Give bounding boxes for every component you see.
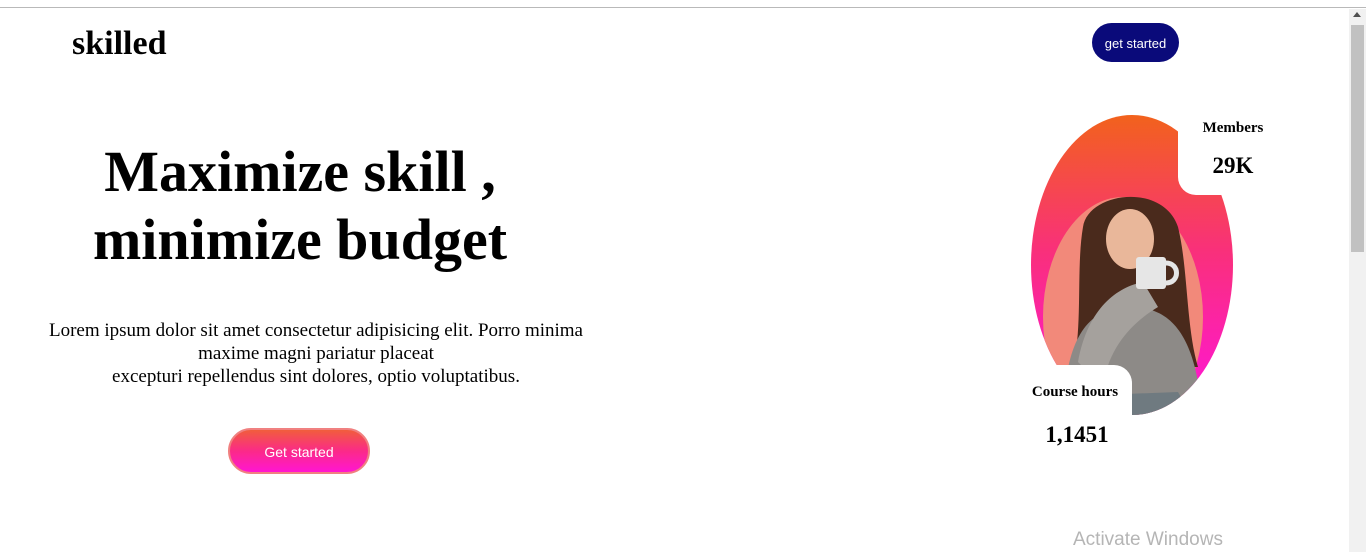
scroll-up-arrow-icon[interactable] <box>1353 12 1361 17</box>
members-label: Members <box>1202 120 1264 136</box>
hero-title: Maximize skill , minimize budget <box>92 139 508 272</box>
hero-description-line-2: excepturi repellendus sint dolores, opti… <box>112 366 520 387</box>
activate-windows-watermark: Activate Windows <box>1073 529 1223 550</box>
hero-get-started-button[interactable]: Get started <box>228 428 370 474</box>
course-hours-stat-card: Course hours <box>1018 365 1132 420</box>
members-stat-card: Members 29K <box>1178 105 1288 195</box>
hero-description-line-1: Lorem ipsum dolor sit amet consectetur a… <box>48 320 583 364</box>
course-hours-value: 1,1451 <box>1045 422 1109 447</box>
hero-description: Lorem ipsum dolor sit amet consectetur a… <box>20 319 612 388</box>
members-value: 29K <box>1212 153 1254 178</box>
site-logo[interactable]: skilled <box>72 22 166 66</box>
nav-get-started-button[interactable]: get started <box>1092 23 1179 62</box>
browser-top-border <box>0 0 1366 8</box>
page-scrollbar[interactable] <box>1349 9 1366 552</box>
course-hours-label: Course hours <box>1031 384 1119 400</box>
scrollbar-thumb[interactable] <box>1351 25 1364 252</box>
